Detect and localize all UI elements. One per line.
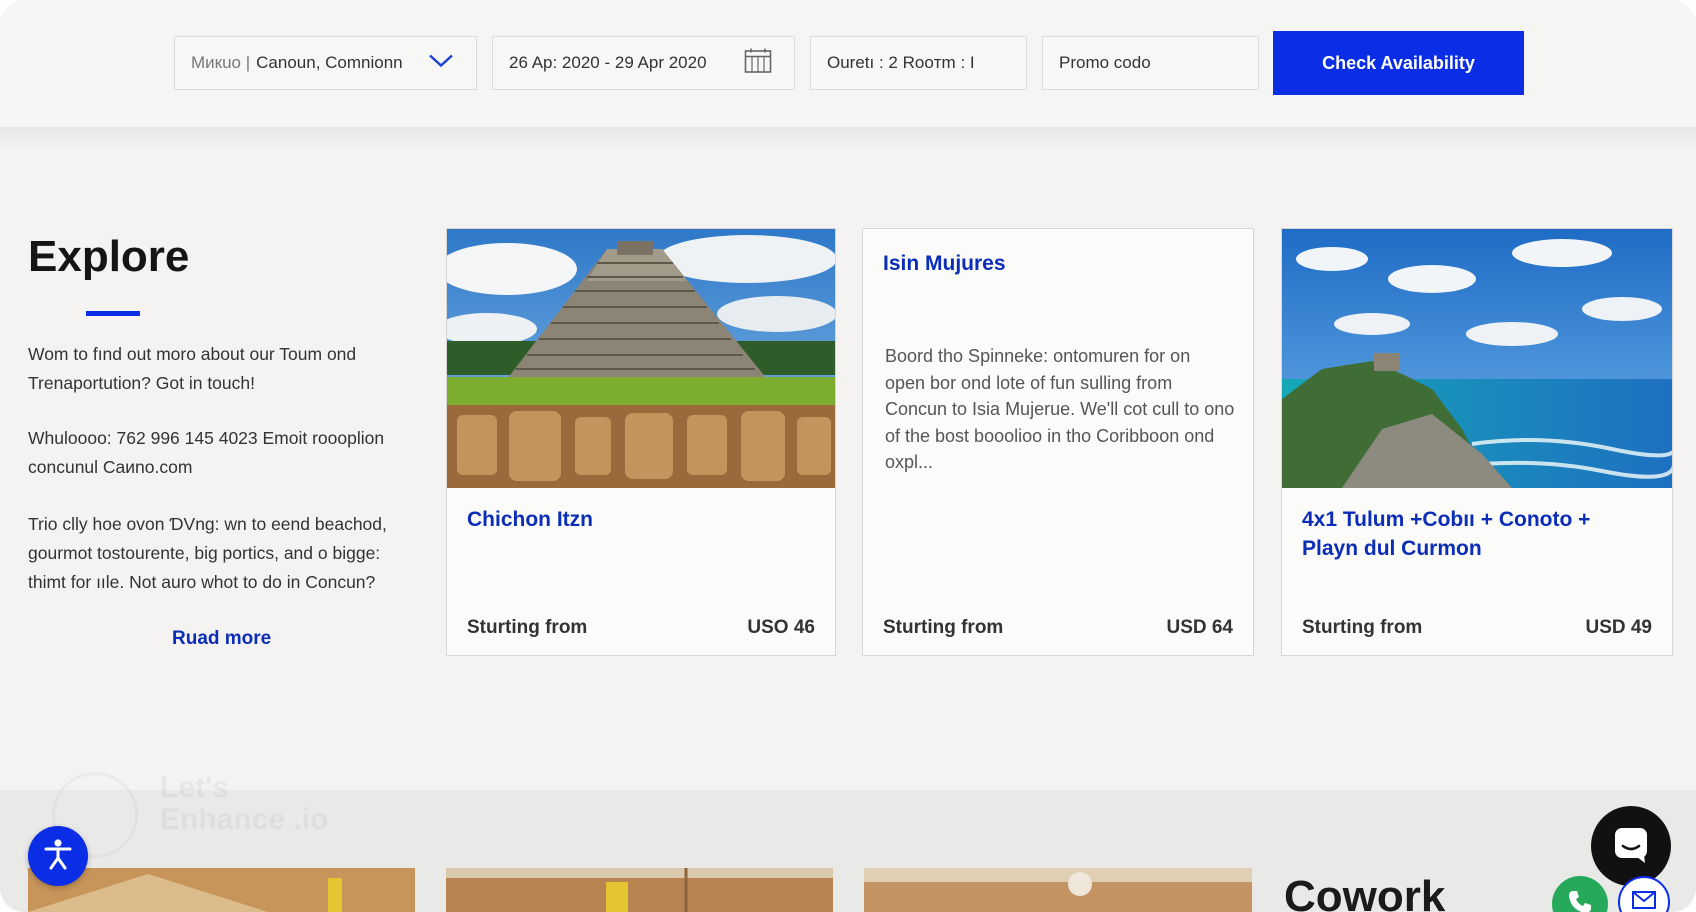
card-title[interactable]: Chichon Itzn	[467, 505, 593, 534]
tour-card-tulum[interactable]: 4x1 Tulum +Cobıı + Conoto + Playn dul Cu…	[1281, 228, 1673, 656]
tour-card-chichen-itza[interactable]: Chichon Itzn Sturting from USO 46	[446, 228, 836, 656]
pyramid-image	[447, 229, 835, 488]
card-starting-label: Sturting from	[1302, 617, 1423, 638]
booking-bar: Mикuo | Canoun, Comnionn 26 Ap: 2020 - 2…	[0, 0, 1696, 128]
promo-code-placeholder: Promo codo	[1059, 53, 1151, 72]
heading-underline	[86, 311, 140, 316]
chat-launcher-button[interactable]	[1591, 806, 1671, 886]
accessibility-icon	[40, 836, 76, 877]
cowork-image[interactable]	[446, 868, 833, 912]
tour-card-isla-mujeres[interactable]: Isin Mujures Boord tho Spinneke: ontomur…	[862, 228, 1254, 656]
card-price: USD 49	[1585, 617, 1652, 638]
date-range-value: 26 Ap: 2020 - 29 Apr 2020	[509, 53, 707, 72]
card-starting-label: Sturting from	[467, 617, 588, 638]
chat-icon	[1611, 824, 1651, 869]
card-price: USO 46	[747, 617, 815, 638]
explore-paragraph-contact: Wom to fınd out moro about our Toum ond …	[28, 344, 357, 393]
card-price: USD 64	[1166, 617, 1233, 638]
guests-rooms-value: Ouretı : 2 Rooтm : I	[827, 53, 975, 72]
destination-value: Canoun, Comnionn	[256, 53, 403, 72]
watermark-text: Let's Enhance .io	[160, 771, 329, 836]
explore-paragraph-about: Trio clly hoe ovon ƊVng: wn to eend beac…	[28, 514, 387, 592]
read-more-link[interactable]: Ruad more	[172, 628, 271, 650]
promo-code-field[interactable]: Promo codo	[1042, 36, 1259, 90]
card-title[interactable]: 4x1 Tulum +Cobıı + Conoto + Playn dul Cu…	[1302, 505, 1642, 563]
divider-strip	[0, 128, 1696, 150]
guests-rooms-field[interactable]: Ouretı : 2 Rooтm : I	[810, 36, 1027, 90]
accessibility-button[interactable]	[28, 826, 88, 886]
card-starting-label: Sturting from	[883, 617, 1004, 638]
explore-paragraph-phone-email: Whuloooo: 762 996 145 4023 Emoit rooopli…	[28, 428, 385, 477]
calendar-icon[interactable]	[744, 48, 772, 79]
mail-icon	[1632, 890, 1656, 912]
page-frame: Mикuo | Canoun, Comnionn 26 Ap: 2020 - 2…	[0, 0, 1696, 912]
coastline-image	[1282, 229, 1672, 488]
explore-heading: Explore	[28, 232, 190, 281]
check-availability-button[interactable]: Check Availability	[1273, 31, 1524, 95]
card-title[interactable]: Isin Mujures	[883, 249, 1006, 278]
destination-select[interactable]: Mикuo | Canoun, Comnionn	[174, 36, 477, 90]
cowork-image[interactable]	[28, 868, 415, 912]
destination-label: Mикuo |	[191, 53, 251, 72]
card-description: Boord tho Spinneke: ontomuren for on ope…	[885, 346, 1235, 472]
date-range-field[interactable]: 26 Ap: 2020 - 29 Apr 2020	[492, 36, 795, 90]
cowork-image[interactable]	[864, 868, 1252, 912]
cowork-heading: Cowork	[1284, 872, 1446, 912]
chevron-down-icon	[428, 53, 454, 74]
phone-icon	[1566, 888, 1594, 912]
